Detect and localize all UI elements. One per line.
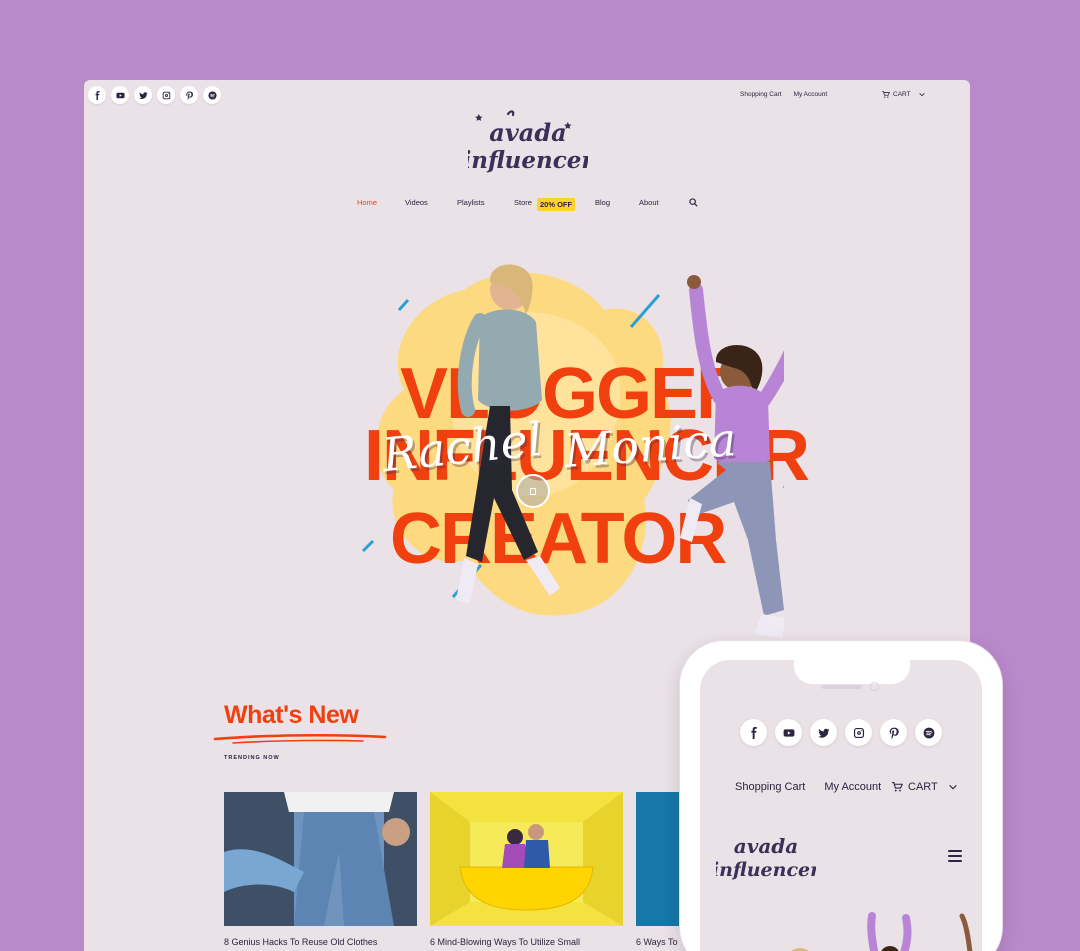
top-links: Shopping Cart My Account xyxy=(740,91,827,98)
jeans-photo xyxy=(224,792,417,926)
pinterest-icon[interactable] xyxy=(880,719,907,746)
cart-icon xyxy=(882,91,890,98)
phone-hero-preview xyxy=(791,912,973,951)
nav-blog[interactable]: Blog xyxy=(595,198,610,207)
twitter-icon[interactable] xyxy=(134,86,152,104)
chevron-down-icon xyxy=(949,784,957,790)
post-card-image[interactable] xyxy=(224,792,417,926)
phone-cart-dropdown[interactable]: CART xyxy=(892,781,959,793)
youtube-icon[interactable] xyxy=(775,719,802,746)
post-title[interactable]: 6 Ways To xyxy=(636,937,678,947)
my-account-link[interactable]: My Account xyxy=(794,91,828,98)
facebook-icon[interactable] xyxy=(88,86,106,104)
title-underline-decoration xyxy=(213,733,387,744)
phone-screen: Shopping Cart My Account CART avada infl… xyxy=(700,660,982,951)
nav-store[interactable]: Store xyxy=(514,198,532,207)
store-discount-badge: 20% OFF xyxy=(537,198,576,211)
spotify-icon[interactable] xyxy=(915,719,942,746)
search-icon[interactable] xyxy=(689,198,698,207)
instagram-icon[interactable] xyxy=(157,86,175,104)
whats-new-title: What's New xyxy=(224,701,359,729)
shopping-cart-link[interactable]: Shopping Cart xyxy=(740,91,782,98)
logo-line1: avada xyxy=(489,118,566,147)
phone-social-links xyxy=(740,719,942,746)
post-title[interactable]: 8 Genius Hacks To Reuse Old Clothes xyxy=(224,937,377,947)
trending-now-label: TRENDING NOW xyxy=(224,755,280,761)
spotify-icon[interactable] xyxy=(203,86,221,104)
twitter-icon[interactable] xyxy=(810,719,837,746)
post-card-image[interactable] xyxy=(430,792,623,926)
hero-banner: VLOGGER INFLUENCER CREATOR Rachel Monica xyxy=(264,230,810,650)
instagram-icon[interactable] xyxy=(845,719,872,746)
nav-videos[interactable]: Videos xyxy=(405,198,428,207)
cart-icon xyxy=(892,782,903,792)
site-logo[interactable]: avada influencer xyxy=(468,108,588,184)
logo-line2: influencer xyxy=(716,859,816,881)
main-nav: Home Videos Playlists Store 20% OFF Blog… xyxy=(84,198,970,211)
top-bar: Shopping Cart My Account CART xyxy=(84,80,970,110)
logo-line2: influencer xyxy=(468,147,588,174)
nav-home[interactable]: Home xyxy=(357,198,377,207)
youtube-icon[interactable] xyxy=(111,86,129,104)
phone-top-links: Shopping Cart My Account xyxy=(735,781,881,793)
nav-about[interactable]: About xyxy=(639,198,659,207)
post-title[interactable]: 6 Mind-Blowing Ways To Utilize Small xyxy=(430,937,580,947)
phone-speaker xyxy=(822,685,862,689)
shopping-cart-link[interactable]: Shopping Cart xyxy=(735,781,805,793)
phone-camera xyxy=(870,682,879,691)
social-links xyxy=(88,86,221,104)
play-icon xyxy=(530,487,536,495)
cart-dropdown[interactable]: CART xyxy=(882,91,926,98)
video-play-button[interactable] xyxy=(516,474,550,508)
phone-notch xyxy=(794,660,910,684)
chevron-down-icon xyxy=(918,93,925,97)
yellow-room-photo xyxy=(430,792,623,926)
pinterest-icon[interactable] xyxy=(180,86,198,104)
hamburger-menu-icon[interactable] xyxy=(948,850,962,862)
facebook-icon[interactable] xyxy=(740,719,767,746)
cart-label: CART xyxy=(893,91,911,98)
nav-playlists[interactable]: Playlists xyxy=(457,198,485,207)
my-account-link[interactable]: My Account xyxy=(824,781,881,793)
phone-site-logo[interactable]: avada influencer xyxy=(716,826,816,888)
phone-mockup: Shopping Cart My Account CART avada infl… xyxy=(680,641,1002,951)
cart-label: CART xyxy=(908,781,938,793)
logo-line1: avada xyxy=(734,834,798,858)
